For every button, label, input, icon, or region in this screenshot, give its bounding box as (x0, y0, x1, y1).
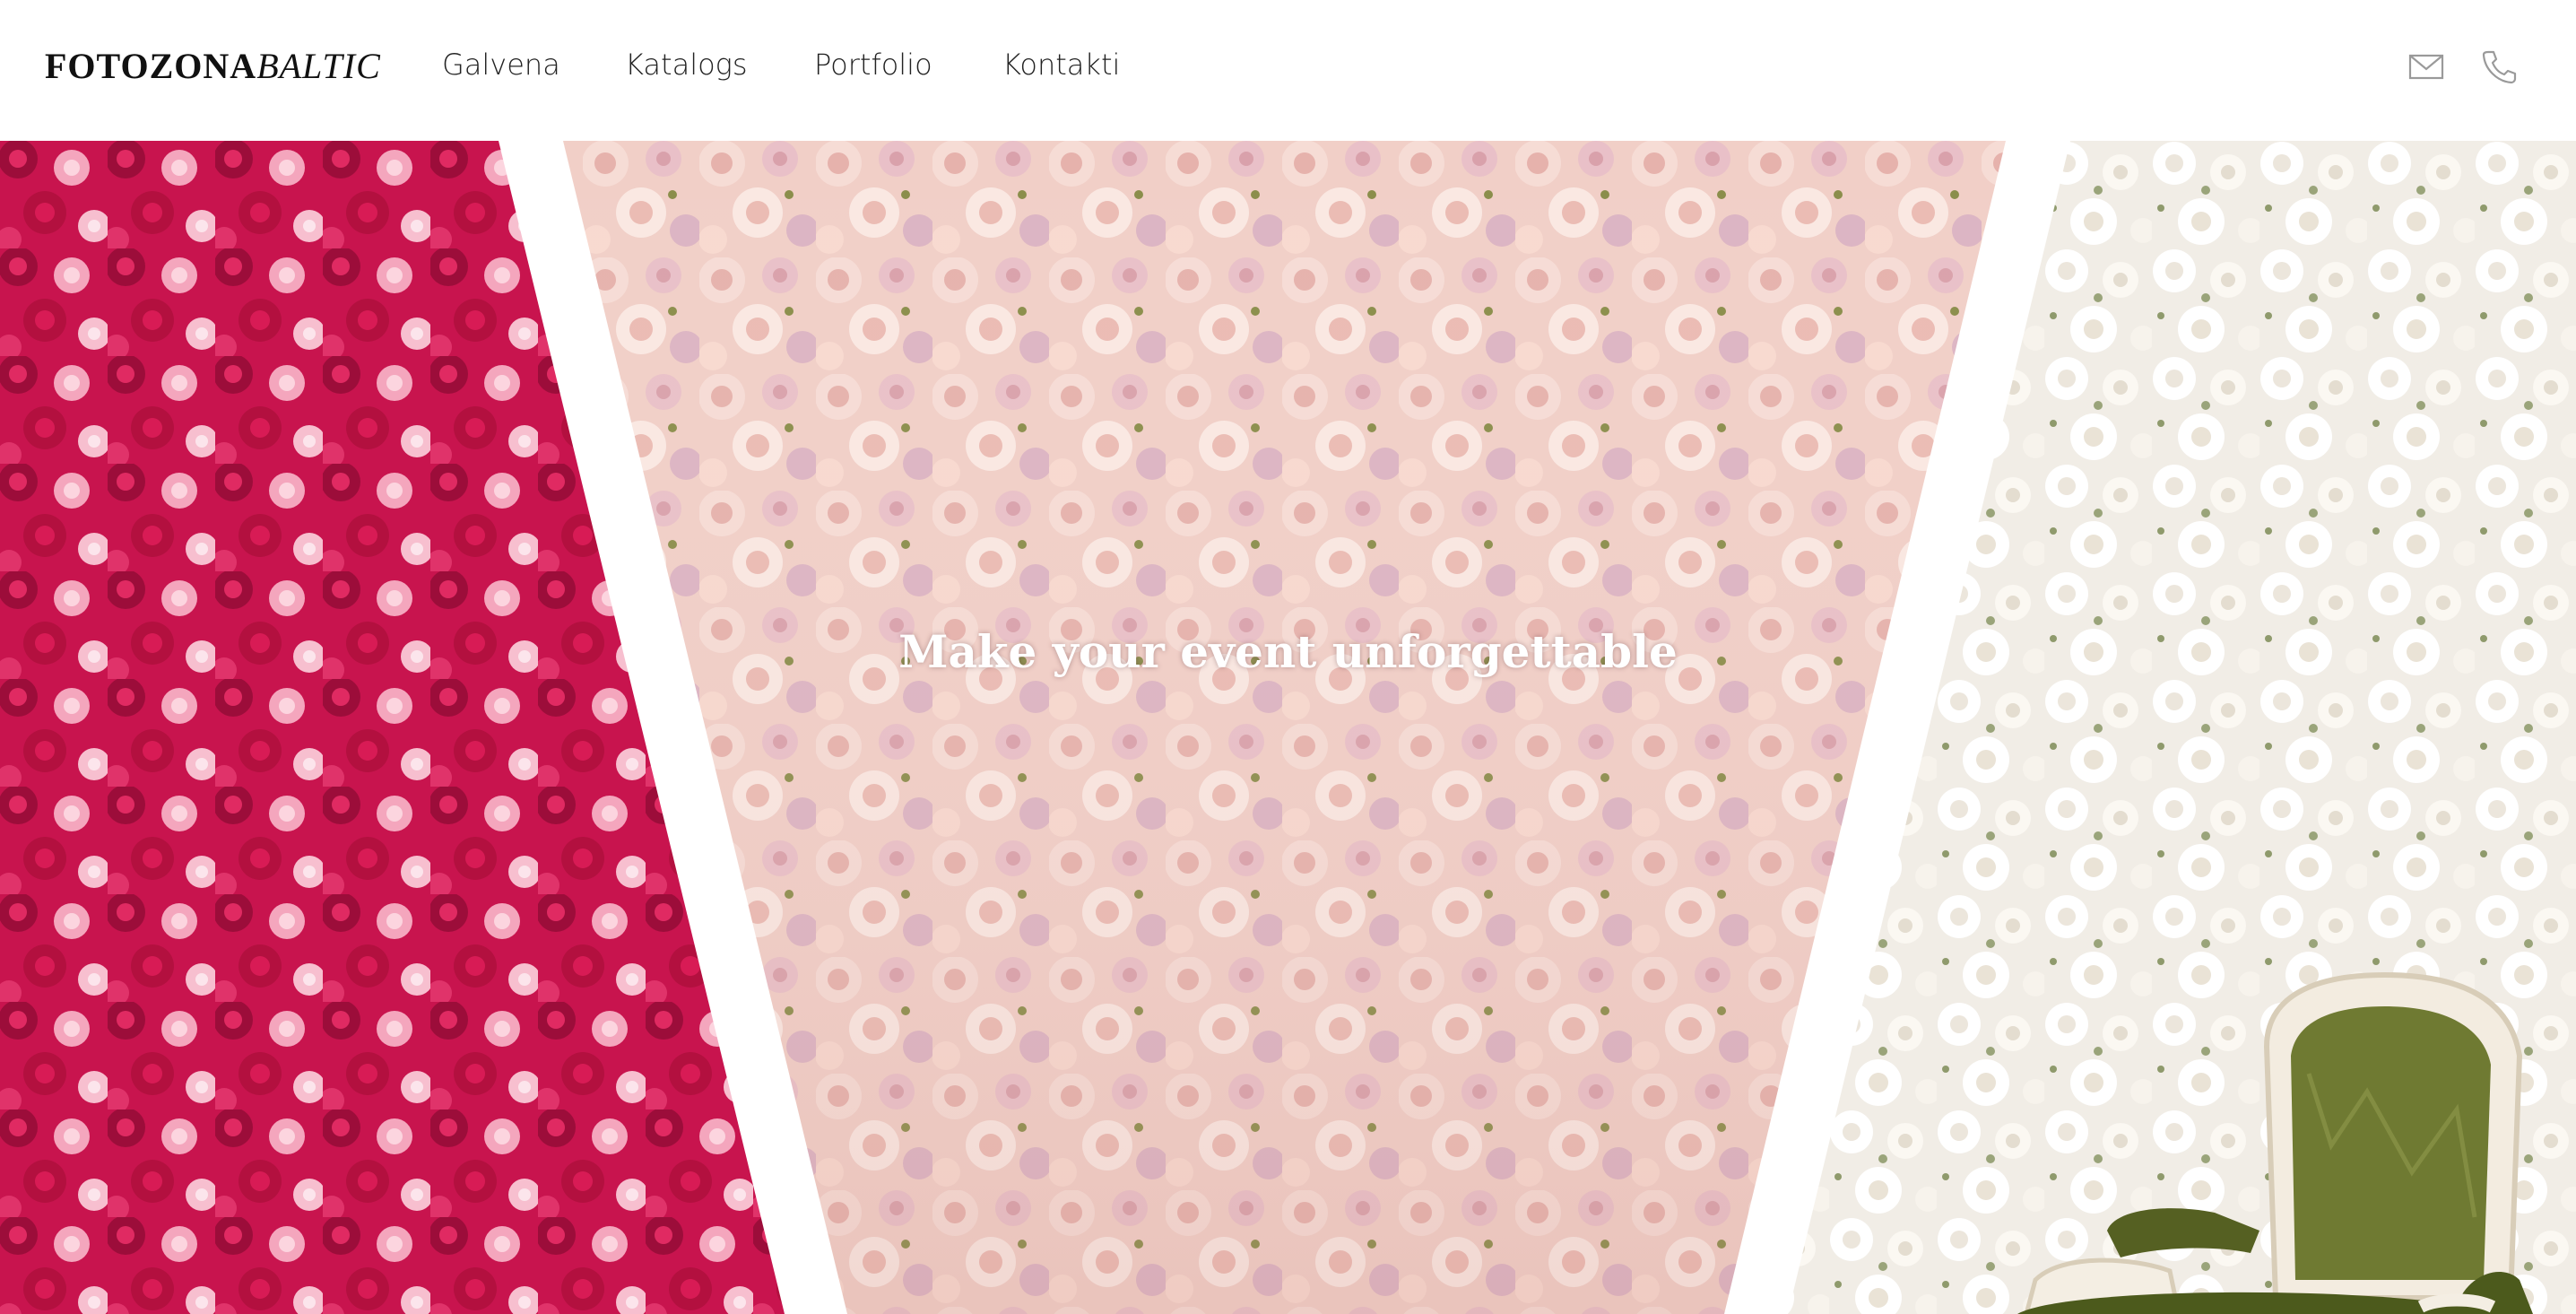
site-logo[interactable]: FOTOZONABALTIC (45, 45, 381, 87)
nav-item-katalogs[interactable]: Katalogs (625, 48, 748, 82)
hero-headline: Make your event unforgettable (898, 625, 1678, 678)
nav-item-kontakti[interactable]: Kontakti (1002, 48, 1120, 82)
phone-icon[interactable] (2479, 47, 2519, 86)
logo-text-italic: BALTIC (256, 46, 381, 86)
site-header: FOTOZONABALTIC Galvena Katalogs Portfoli… (0, 0, 2576, 141)
nav-item-portfolio[interactable]: Portfolio (814, 48, 932, 82)
nav-item-galvena[interactable]: Galvena (442, 48, 560, 82)
mail-icon[interactable] (2407, 47, 2446, 86)
flower-wall-collage (0, 141, 2576, 1314)
logo-text-bold: FOTOZONA (45, 46, 257, 86)
hero-banner: Make your event unforgettable (0, 141, 2576, 1314)
